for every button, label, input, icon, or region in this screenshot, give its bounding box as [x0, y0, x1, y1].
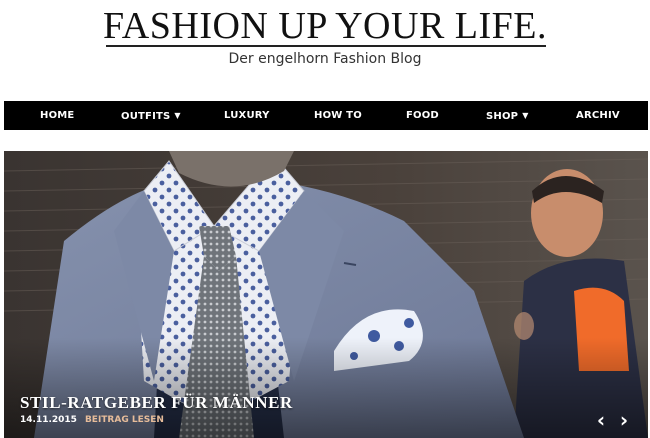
logo-underline — [106, 45, 546, 47]
nav-item-label: LUXURY — [224, 110, 270, 121]
site-tagline: Der engelhorn Fashion Blog — [228, 51, 422, 67]
chevron-down-icon: ▼ — [522, 111, 529, 120]
nav-item-label: OUTFITS — [121, 111, 171, 122]
chevron-right-icon[interactable]: › — [617, 409, 631, 431]
nav-item-archiv[interactable]: ARCHIV — [576, 101, 620, 130]
nav-item-howto[interactable]: HOW TO — [314, 101, 362, 130]
post-date: 14.11.2015 — [20, 415, 77, 425]
nav-item-outfits[interactable]: OUTFITS ▼ — [121, 101, 181, 130]
nav-item-label: HOME — [40, 110, 75, 121]
hero-slider[interactable]: STIL-RATGEBER FÜR MÄNNER 14.11.2015 BEITR… — [4, 151, 648, 438]
hero-title[interactable]: STIL-RATGEBER FÜR MÄNNER — [20, 393, 293, 413]
hero-meta: 14.11.2015 BEITRAG LESEN — [20, 415, 164, 425]
read-more-link[interactable]: BEITRAG LESEN — [85, 415, 164, 425]
nav-item-label: ARCHIV — [576, 110, 620, 121]
chevron-left-icon[interactable]: ‹ — [594, 409, 608, 431]
nav-item-shop[interactable]: SHOP ▼ — [486, 101, 529, 130]
nav-item-label: FOOD — [406, 110, 439, 121]
nav-item-food[interactable]: FOOD — [406, 101, 439, 130]
nav-item-luxury[interactable]: LUXURY — [224, 101, 270, 130]
site-header: FASHION UP YOUR LIFE. Der engelhorn Fash… — [0, 0, 650, 100]
main-navigation: HOME OUTFITS ▼ LUXURY HOW TO FOOD SHOP ▼ A… — [4, 101, 648, 130]
site-logo[interactable]: FASHION UP YOUR LIFE. — [0, 6, 650, 46]
nav-item-label: SHOP — [486, 111, 519, 122]
nav-item-home[interactable]: HOME — [40, 101, 74, 130]
chevron-down-icon: ▼ — [174, 111, 181, 120]
nav-item-label: HOW TO — [314, 110, 362, 121]
